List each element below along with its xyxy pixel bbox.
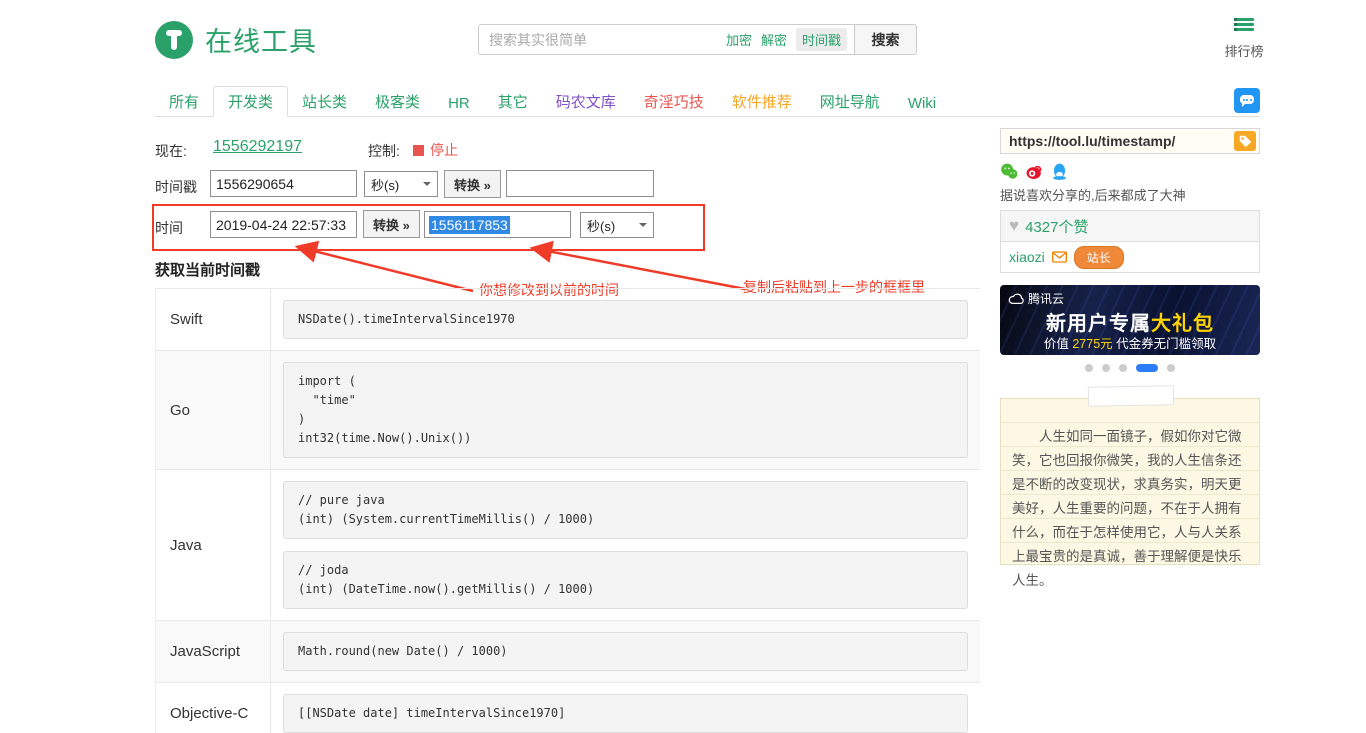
webmaster-badge: 站长: [1073, 245, 1124, 269]
table-row-go: Go import ( "time" ) int32(time.Now().Un…: [156, 351, 980, 470]
code-block: Math.round(new Date() / 1000): [283, 632, 968, 671]
datetime-convert-button[interactable]: 转换 »: [363, 210, 420, 238]
url-tag-button[interactable]: [1234, 131, 1256, 151]
current-timestamp-link[interactable]: 1556292197: [213, 138, 302, 156]
section-heading: 获取当前时间戳: [155, 262, 261, 279]
nav-tab-sites[interactable]: 网址导航: [806, 87, 894, 116]
timestamp-unit-select[interactable]: 秒(s): [364, 171, 438, 197]
selected-result-text: 1556117853: [429, 215, 510, 234]
lang-label: Java: [156, 470, 271, 620]
nav-tab-webmaster[interactable]: 站长类: [288, 87, 361, 116]
carousel-dots: [1000, 364, 1260, 372]
stop-label: 停止: [430, 142, 458, 158]
nav-tab-other[interactable]: 其它: [484, 87, 542, 116]
ad-banner[interactable]: 腾讯云 新用户专属大礼包 价值 2775元 代金券无门槛领取: [1000, 285, 1260, 355]
carousel-dot[interactable]: [1102, 364, 1110, 372]
like-count: 4327个赞: [1025, 218, 1089, 236]
ranking-label: 排行榜: [1224, 44, 1264, 59]
tool-url-box[interactable]: https://tool.lu/timestamp/: [1000, 128, 1260, 154]
chevron-down-icon: [423, 182, 431, 190]
timestamp-result-input[interactable]: [506, 170, 654, 197]
nav-tab-tricks[interactable]: 奇淫巧技: [630, 87, 718, 116]
logo-hammer-icon: [155, 20, 193, 59]
lang-label: Go: [156, 351, 271, 469]
code-block: [[NSDate date] timeIntervalSince1970]: [283, 694, 968, 733]
code-block: // joda (int) (DateTime.now().getMillis(…: [283, 551, 968, 609]
sticky-note-tape: [1087, 385, 1175, 407]
search-box: 加密 解密 时间戳: [478, 24, 855, 55]
table-row-javascript: JavaScript Math.round(new Date() / 1000): [156, 621, 980, 683]
page: 在线工具 加密 解密 时间戳 搜索 排行榜 所有 开发类 站长类 极客类 HR …: [0, 0, 1366, 733]
timestamp-convert-button[interactable]: 转换 »: [444, 170, 501, 198]
datetime-unit-select[interactable]: 秒(s): [580, 212, 654, 238]
mail-icon[interactable]: [1051, 251, 1067, 263]
heart-icon: ♥: [1009, 216, 1020, 235]
time-row-label: 时间: [155, 220, 183, 236]
stop-button[interactable]: 停止: [413, 140, 458, 160]
cloud-icon: [1008, 293, 1024, 304]
chat-bubble-icon: [1240, 95, 1254, 107]
code-examples-table: Swift NSDate().timeIntervalSince1970 Go …: [155, 288, 980, 733]
site-logo[interactable]: 在线工具: [155, 20, 317, 59]
code-block: NSDate().timeIntervalSince1970: [283, 300, 968, 339]
share-icons: [1000, 162, 1069, 181]
nav-tab-all[interactable]: 所有: [155, 87, 213, 116]
now-label: 现在:: [155, 143, 187, 159]
weibo-share-icon[interactable]: [1025, 162, 1044, 181]
nav-tab-wiki[interactable]: Wiki: [894, 91, 950, 116]
timestamp-unit-value: 秒(s): [371, 177, 400, 193]
qq-share-icon[interactable]: [1050, 162, 1069, 181]
search-button[interactable]: 搜索: [854, 24, 917, 55]
sticky-note: 人生如同一面镜子，假如你对它微笑，它也回报你微笑，我的人生信条还是不断的改变现状…: [1000, 398, 1260, 588]
code-block: import ( "time" ) int32(time.Now().Unix(…: [283, 362, 968, 458]
nav-tab-dev[interactable]: 开发类: [213, 86, 289, 117]
nav-tab-software[interactable]: 软件推荐: [718, 87, 806, 116]
search-tag-encrypt[interactable]: 加密: [726, 30, 752, 49]
sticky-note-text: 人生如同一面镜子，假如你对它微笑，它也回报你微笑，我的人生信条还是不断的改变现状…: [1012, 429, 1242, 588]
wechat-share-icon[interactable]: [1000, 162, 1019, 181]
carousel-dot[interactable]: [1167, 364, 1175, 372]
datetime-unit-value: 秒(s): [587, 218, 616, 234]
ad-subline: 价值 2775元 代金券无门槛领取: [1043, 337, 1217, 351]
ranking-list-icon: [1234, 18, 1254, 34]
table-row-objective-c: Objective-C [[NSDate date] timeIntervalS…: [156, 683, 980, 733]
carousel-dot[interactable]: [1119, 364, 1127, 372]
nav-tab-geek[interactable]: 极客类: [361, 87, 434, 116]
search-bar: 加密 解密 时间戳 搜索: [478, 24, 917, 55]
search-tag-timestamp[interactable]: 时间戳: [795, 28, 847, 51]
carousel-dot-active[interactable]: [1136, 364, 1158, 372]
chevron-down-icon: [639, 223, 647, 231]
ranking-entry[interactable]: 排行榜: [1222, 18, 1266, 60]
like-button[interactable]: ♥ 4327个赞: [1001, 211, 1259, 242]
datetime-result-input[interactable]: 1556117853: [424, 211, 571, 238]
datetime-input[interactable]: [210, 211, 357, 238]
search-tag-decrypt[interactable]: 解密: [761, 30, 787, 49]
tool-url-text: https://tool.lu/timestamp/: [1009, 133, 1176, 149]
nav-tab-hr[interactable]: HR: [434, 91, 484, 116]
code-block: // pure java (int) (System.currentTimeMi…: [283, 481, 968, 539]
timestamp-input[interactable]: [210, 170, 357, 197]
nav-tab-docs[interactable]: 码农文库: [542, 87, 630, 116]
author-link[interactable]: xiaozi: [1009, 249, 1045, 265]
share-hint-text: 据说喜欢分享的,后来都成了大神: [1000, 188, 1186, 203]
table-row-java: Java // pure java (int) (System.currentT…: [156, 470, 980, 621]
author-row: xiaozi 站长: [1001, 242, 1259, 272]
lang-label: JavaScript: [156, 621, 271, 682]
control-label: 控制:: [368, 143, 400, 159]
lang-label: Objective-C: [156, 683, 271, 733]
lang-label: Swift: [156, 289, 271, 350]
stop-square-icon: [413, 144, 424, 156]
like-box: ♥ 4327个赞 xiaozi 站长: [1000, 210, 1260, 273]
ad-headline: 新用户专属大礼包: [1046, 313, 1214, 335]
timestamp-row-label: 时间戳: [155, 179, 197, 195]
main-nav: 所有 开发类 站长类 极客类 HR 其它 码农文库 奇淫巧技 软件推荐 网址导航…: [155, 86, 1260, 117]
ad-brand-text: 腾讯云: [1028, 292, 1065, 306]
site-title: 在线工具: [205, 27, 317, 57]
ad-brand: 腾讯云: [1008, 290, 1064, 307]
tag-icon: [1239, 135, 1252, 148]
table-row-swift: Swift NSDate().timeIntervalSince1970: [156, 289, 980, 351]
carousel-dot[interactable]: [1085, 364, 1093, 372]
search-tags: 加密 解密 时间戳: [726, 25, 847, 54]
feedback-chat-button[interactable]: [1234, 88, 1260, 113]
